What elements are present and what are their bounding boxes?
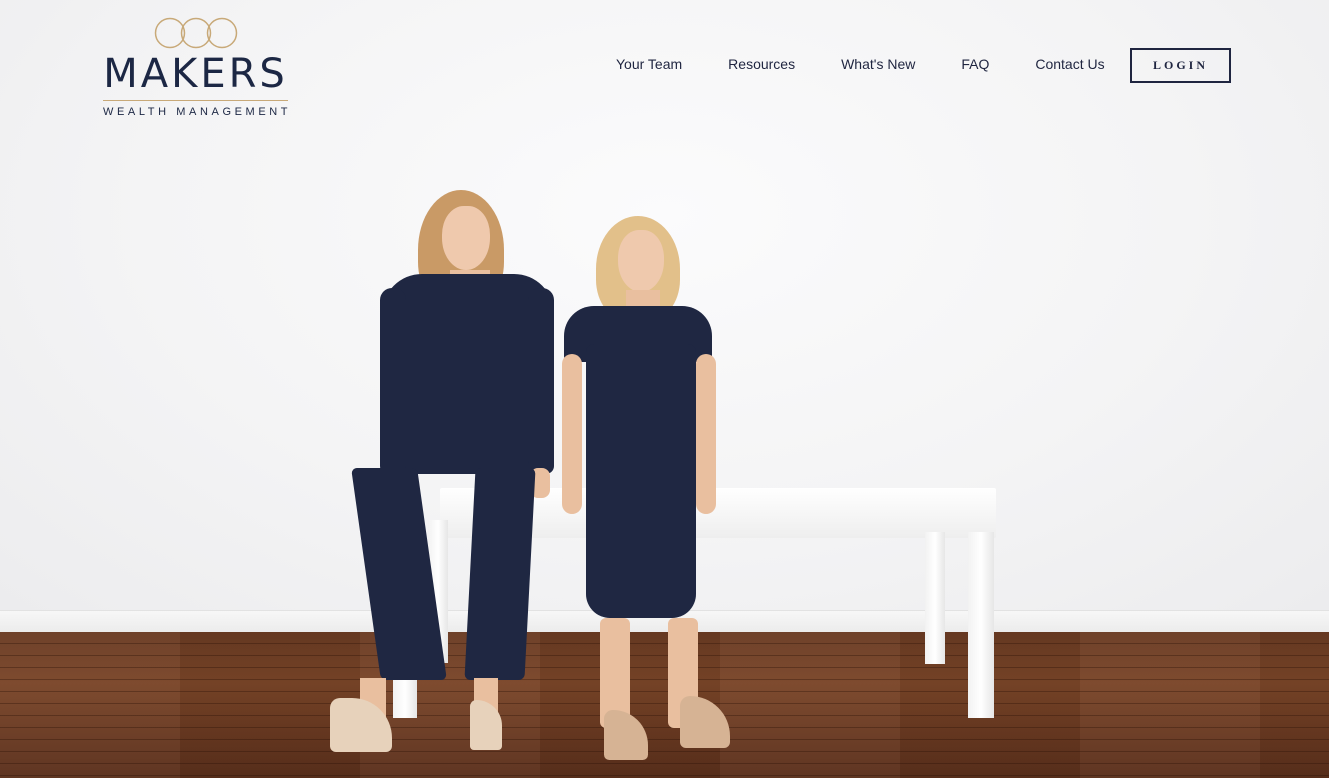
brand-tagline: WEALTH MANAGEMENT [103,106,292,118]
nav-faq[interactable]: FAQ [961,56,989,72]
brand-name: MAKERS [103,51,288,97]
table-leg [968,532,994,718]
main-nav: Your Team Resources What's New FAQ Conta… [604,56,1151,72]
nav-whats-new[interactable]: What's New [841,56,915,72]
advisor-left [330,188,560,758]
nav-contact-us[interactable]: Contact Us [1035,56,1104,72]
site-logo[interactable]: MAKERS WEALTH MANAGEMENT [103,16,288,118]
page: MAKERS WEALTH MANAGEMENT Your Team Resou… [0,0,1329,778]
login-button[interactable]: LOGIN [1130,48,1231,83]
logo-divider [103,100,288,101]
nav-your-team[interactable]: Your Team [616,56,682,72]
nav-resources[interactable]: Resources [728,56,795,72]
three-rings-icon [154,17,237,49]
table-leg [925,532,945,664]
advisor-right [556,214,736,762]
